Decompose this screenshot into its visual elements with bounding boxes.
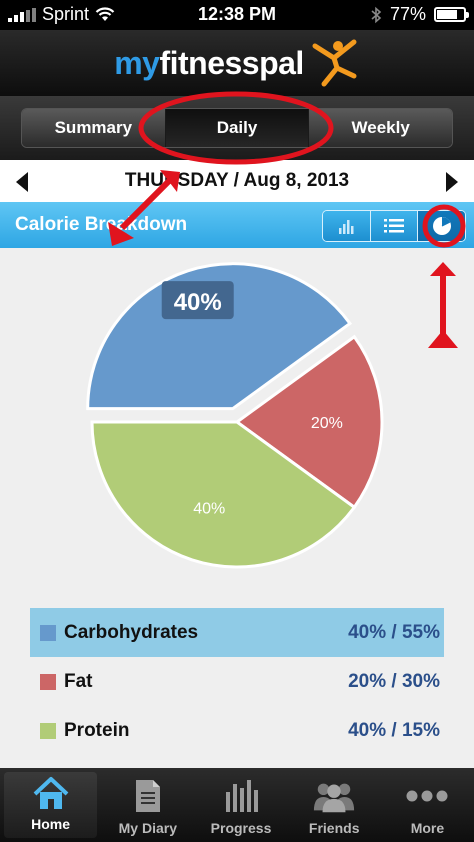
diary-icon [135,780,160,812]
pie-slice-label: 40% [193,500,225,517]
legend-name: Fat [64,670,93,692]
macro-legend: Carbohydrates 40% / 55% Fat 20% / 30% Pr… [30,608,444,755]
status-bar: Sprint 12:38 PM 77% [0,0,474,30]
nav-label: Progress [210,820,272,836]
more-icon [406,790,448,802]
bar-chart-view-button[interactable] [323,211,371,241]
legend-value: 40% / 15% [348,719,440,741]
segmented-control: Summary Daily Weekly [21,108,453,148]
tab-daily[interactable]: Daily [165,109,310,147]
legend-row-protein[interactable]: Protein 40% / 15% [30,706,444,755]
section-header: Calorie Breakdown [0,202,474,248]
nav-label: My Diary [118,820,177,836]
calorie-breakdown-panel: 40% 20% 40% Carbohydrates 40% / 55% Fat 20… [0,248,474,768]
date-navigator: THURSDAY / Aug 8, 2013 [0,160,474,202]
section-title: Calorie Breakdown [15,214,188,235]
nav-progress[interactable]: Progress [194,768,287,842]
progress-icon [226,780,258,812]
home-icon [33,777,68,809]
jumping-figure-icon [312,39,357,87]
list-icon [384,219,404,233]
bottom-tab-bar: Home My Diary Progress Friends More [0,768,474,842]
legend-swatch [40,673,56,690]
legend-row-carbohydrates[interactable]: Carbohydrates 40% / 55% [30,608,444,657]
app-logo: myfitnesspal [114,44,304,81]
battery-percent: 77% [389,4,426,24]
legend-swatch [40,722,56,739]
previous-day-icon[interactable] [16,172,28,192]
tab-summary[interactable]: Summary [22,109,166,147]
pie-chart-icon [432,217,451,235]
legend-name: Carbohydrates [64,621,199,643]
nav-label: Home [31,816,71,832]
legend-swatch [40,624,56,641]
view-tab-bar: Summary Daily Weekly [0,96,474,160]
bar-chart-icon [339,220,354,234]
pie-slice-label: 20% [311,415,343,432]
legend-name: Protein [64,719,130,741]
pie-chart-view-button[interactable] [418,211,465,241]
current-date: THURSDAY / Aug 8, 2013 [124,170,350,191]
tab-weekly[interactable]: Weekly [309,109,452,147]
nav-home[interactable]: Home [4,772,98,838]
pie-slice-label: 40% [174,289,222,316]
friends-icon [314,783,355,813]
nav-label: Friends [308,820,360,836]
next-day-icon[interactable] [446,172,458,192]
legend-row-fat[interactable]: Fat 20% / 30% [30,657,444,706]
nav-friends[interactable]: Friends [288,768,381,842]
nav-label: More [410,820,445,836]
battery-icon [434,7,469,22]
nav-more[interactable]: More [381,768,474,842]
calorie-pie-chart[interactable]: 40% 20% 40% [0,248,474,598]
legend-value: 20% / 30% [348,670,440,692]
nav-my-diary[interactable]: My Diary [101,768,194,842]
legend-value: 40% / 55% [348,621,440,643]
list-view-button[interactable] [370,211,419,241]
app-header: myfitnesspal [0,30,474,96]
bluetooth-icon [371,6,382,23]
chart-view-toggle [322,210,466,242]
